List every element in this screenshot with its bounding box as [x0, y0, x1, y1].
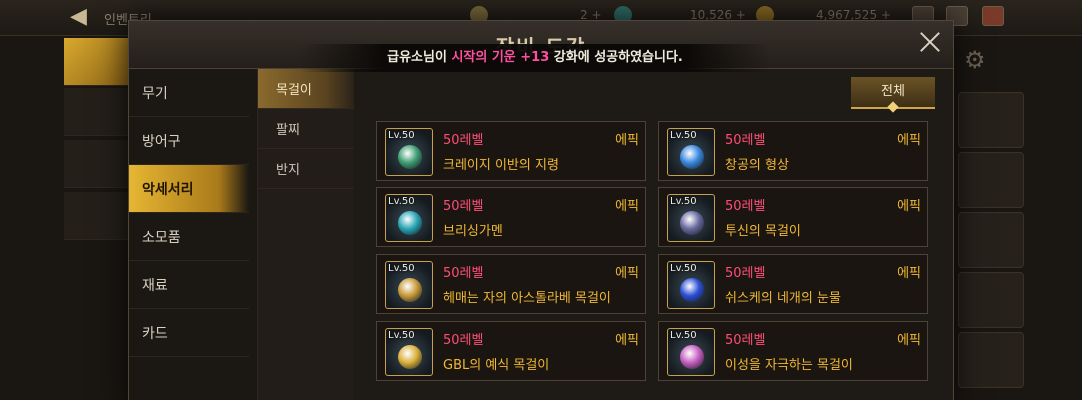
category-weapon[interactable]: 무기 [129, 69, 249, 117]
item-level-badge: Lv.50 [670, 330, 697, 341]
item-level: 50레벨 [443, 333, 484, 348]
item-thumbnail: Lv.50 [667, 128, 715, 176]
item-thumbnail: Lv.50 [385, 128, 433, 176]
item-thumbnail: Lv.50 [667, 261, 715, 309]
emerald-ring-icon [398, 145, 422, 169]
item-card[interactable]: Lv.50 50레벨 에픽이성을 자극하는 목걸이 [658, 321, 928, 381]
subcategory-bracelet[interactable]: 팔찌 [258, 109, 354, 149]
item-name: 헤매는 자의 아스톨라베 목걸이 [443, 291, 611, 306]
item-thumbnail: Lv.50 [667, 194, 715, 242]
item-thumbnail: Lv.50 [385, 261, 433, 309]
filter-label: 전체 [881, 84, 905, 99]
subcategory-list: 목걸이 팔찌 반지 [257, 69, 354, 400]
item-rarity: 에픽 [615, 266, 639, 281]
demon-mask-necklace-icon [680, 211, 704, 235]
sapphire-cluster-icon [680, 278, 704, 302]
item-rarity: 에픽 [897, 266, 921, 281]
item-name: 투신의 목걸이 [725, 224, 801, 239]
filter-all-button[interactable]: 전체 [851, 77, 935, 113]
equipment-codex-modal: 장비 도감 무기 방어구 악세서리 소모품 재료 카드 목걸이 팔찌 반지 전체… [128, 20, 954, 400]
item-level-badge: Lv.50 [388, 130, 415, 141]
background-slot [958, 272, 1024, 328]
item-rarity: 에픽 [897, 333, 921, 348]
item-rarity: 에픽 [615, 333, 639, 348]
category-accessory[interactable]: 악세서리 [129, 165, 249, 213]
background-slot [958, 152, 1024, 208]
item-level: 50레벨 [725, 266, 766, 281]
item-card[interactable]: Lv.50 50레벨 에픽크레이지 이반의 지령 [376, 121, 646, 181]
item-name: GBL의 예식 목걸이 [443, 358, 550, 373]
toast-item: 시작의 기운 +13 [451, 50, 550, 65]
background-tab[interactable] [64, 140, 130, 188]
item-thumbnail: Lv.50 [385, 194, 433, 242]
item-level: 50레벨 [725, 199, 766, 214]
item-thumbnail: Lv.50 [385, 328, 433, 376]
item-card[interactable]: Lv.50 50레벨 에픽 GBL의 예식 목걸이 [376, 321, 646, 381]
item-card[interactable]: Lv.50 50레벨 에픽창공의 형상 [658, 121, 928, 181]
blue-orb-necklace-icon [680, 145, 704, 169]
notice-icon[interactable] [982, 6, 1004, 26]
jeweled-collar-icon [398, 211, 422, 235]
item-level-badge: Lv.50 [670, 196, 697, 207]
item-card[interactable]: Lv.50 50레벨 에픽헤매는 자의 아스톨라베 목걸이 [376, 254, 646, 314]
category-consumable[interactable]: 소모품 [129, 213, 249, 261]
item-level: 50레벨 [725, 333, 766, 348]
item-rarity: 에픽 [615, 199, 639, 214]
background-tab-active[interactable] [64, 38, 130, 86]
golden-scroll-icon [398, 345, 422, 369]
item-level-badge: Lv.50 [388, 330, 415, 341]
item-rarity: 에픽 [897, 199, 921, 214]
gear-icon[interactable]: ⚙ [964, 46, 986, 74]
background-slot [958, 212, 1024, 268]
item-rarity: 에픽 [897, 133, 921, 148]
close-icon[interactable] [917, 29, 943, 55]
item-card[interactable]: Lv.50 50레벨 에픽투신의 목걸이 [658, 187, 928, 247]
category-list: 무기 방어구 악세서리 소모품 재료 카드 [129, 69, 257, 400]
background-tab[interactable] [64, 192, 130, 240]
item-level: 50레벨 [443, 266, 484, 281]
item-name: 이성을 자극하는 목걸이 [725, 358, 853, 373]
toast-suffix: 강화에 성공하였습니다. [549, 50, 683, 65]
enhance-toast: 급유소님이 시작의 기운 +13 강화에 성공하였습니다. [300, 44, 770, 72]
item-thumbnail: Lv.50 [667, 328, 715, 376]
pink-pendant-icon [680, 345, 704, 369]
category-armor[interactable]: 방어구 [129, 117, 249, 165]
item-card[interactable]: Lv.50 50레벨 에픽브리싱가멘 [376, 187, 646, 247]
item-level-badge: Lv.50 [388, 196, 415, 207]
subcategory-necklace[interactable]: 목걸이 [258, 69, 354, 109]
toast-prefix: 급유소님이 [387, 50, 452, 65]
item-name: 크레이지 이반의 지령 [443, 158, 559, 173]
item-name: 브리싱가멘 [443, 224, 503, 239]
item-level-badge: Lv.50 [388, 263, 415, 274]
astrolabe-icon [398, 278, 422, 302]
item-level: 50레벨 [443, 133, 484, 148]
background-slot [958, 332, 1024, 388]
item-level: 50레벨 [443, 199, 484, 214]
category-material[interactable]: 재료 [129, 261, 249, 309]
back-arrow-icon[interactable]: ◀ [70, 4, 87, 29]
item-name: 쉬스케의 네개의 눈물 [725, 291, 841, 306]
category-card[interactable]: 카드 [129, 309, 249, 357]
item-rarity: 에픽 [615, 133, 639, 148]
item-level-badge: Lv.50 [670, 130, 697, 141]
item-level-badge: Lv.50 [670, 263, 697, 274]
background-slot [958, 92, 1024, 148]
item-name: 창공의 형상 [725, 158, 789, 173]
background-tab[interactable] [64, 88, 130, 136]
diamond-icon [887, 101, 899, 113]
item-level: 50레벨 [725, 133, 766, 148]
item-card[interactable]: Lv.50 50레벨 에픽쉬스케의 네개의 눈물 [658, 254, 928, 314]
subcategory-ring[interactable]: 반지 [258, 149, 354, 189]
